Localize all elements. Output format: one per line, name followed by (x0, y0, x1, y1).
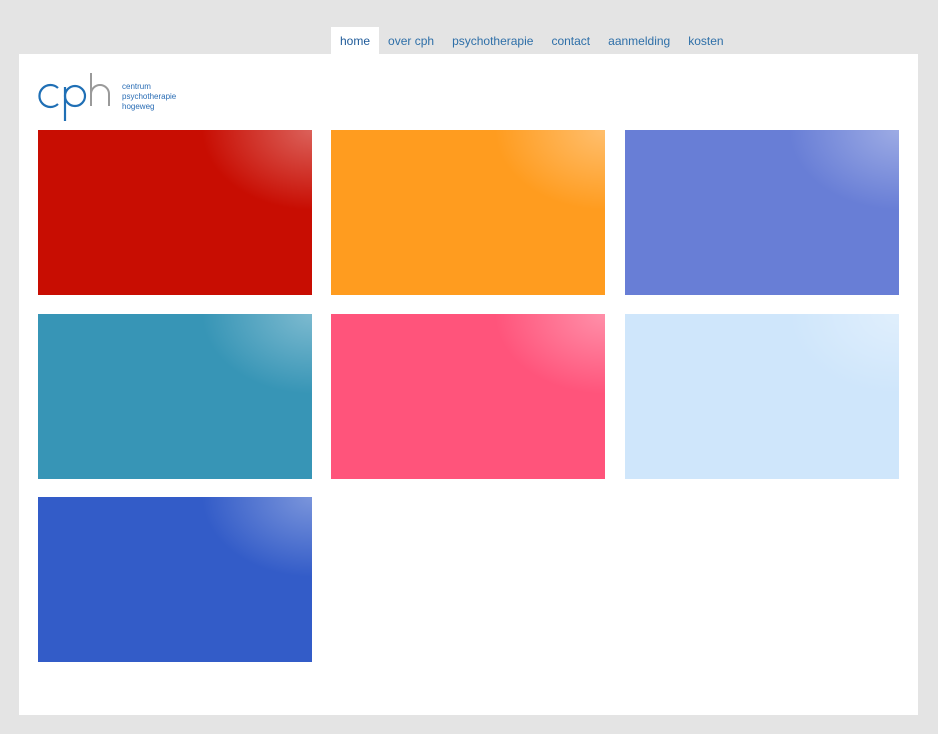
nav-contact[interactable]: contact (542, 27, 599, 54)
nav-aanmelding[interactable]: aanmelding (599, 27, 679, 54)
nav-over-cph[interactable]: over cph (379, 27, 443, 54)
cph-logo-mark (38, 73, 110, 121)
logo-line-centrum: centrum (122, 82, 151, 91)
content-panel: centrum psychotherapie hogeweg (19, 54, 918, 715)
nav-psychotherapie[interactable]: psychotherapie (443, 27, 542, 54)
logo-line-psychotherapie: psychotherapie (122, 92, 177, 101)
nav-kosten[interactable]: kosten (679, 27, 732, 54)
color-tile-teal[interactable] (38, 314, 312, 479)
logo-line-hogeweg: hogeweg (122, 102, 155, 111)
logo-text: centrum psychotherapie hogeweg (122, 82, 176, 112)
color-tile-red[interactable] (38, 130, 312, 295)
color-tile-periwinkle[interactable] (625, 130, 899, 295)
color-tile-light-blue[interactable] (625, 314, 899, 479)
color-tile-pink[interactable] (331, 314, 605, 479)
color-tile-blue[interactable] (38, 497, 312, 662)
color-tile-orange[interactable] (331, 130, 605, 295)
top-navigation: home over cph psychotherapie contact aan… (331, 27, 733, 54)
nav-home[interactable]: home (331, 27, 380, 54)
